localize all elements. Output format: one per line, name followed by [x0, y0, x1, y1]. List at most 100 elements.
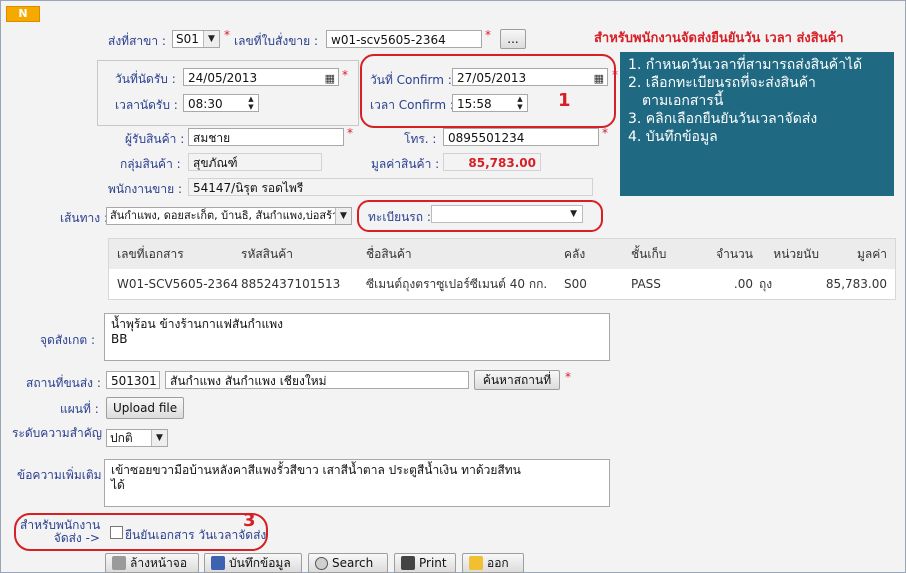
col-header: ชั้นเก็บ — [631, 239, 667, 269]
col-header: จำนวน — [697, 239, 753, 269]
priority-select[interactable]: ปกติ ▼ — [106, 429, 168, 447]
note-textarea[interactable]: น้ำพุร้อน ข้างร้านกาแฟสันกำแพง BB — [104, 313, 610, 361]
exit-button[interactable]: ออก — [462, 553, 524, 573]
required-mark: * — [565, 370, 571, 384]
chevron-down-icon: ▼ — [151, 430, 167, 446]
new-badge: N — [6, 6, 40, 22]
table-cell: 8852437101513 — [241, 277, 341, 291]
annotation-number-1: 1 — [558, 90, 571, 111]
note-line-1: น้ำพุร้อน ข้างร้านกาแฟสันกำแพง — [111, 317, 283, 331]
confirm-delivery-label: ยืนยันเอกสาร วันเวลาจัดส่ง — [125, 528, 267, 542]
route-select[interactable]: สันกำแพง, ดอยสะเก็ต, บ้านธิ, สันกำแพง,บ่… — [106, 207, 352, 225]
delivery-label-line-2: จัดส่ง -> — [53, 531, 100, 545]
print-button[interactable]: Print — [394, 553, 456, 573]
extra-line-2: ได้ — [111, 478, 125, 492]
branch-select[interactable]: S01 ▼ — [172, 30, 220, 48]
spinner-icon[interactable]: ▲ ▼ — [515, 95, 525, 111]
product-group-label: กลุ่มสินค้า : — [120, 157, 181, 171]
instruction-item-2-cont: ตามเอกสารนี้ — [642, 93, 724, 109]
amount-field: 85,783.00 — [443, 153, 541, 171]
upload-file-button[interactable]: Upload file — [106, 397, 184, 419]
order-label: เลขที่ใบสั่งขาย : — [234, 34, 319, 48]
exit-label: ออก — [487, 556, 509, 570]
confirm-date-label: วันที่ Confirm : — [370, 73, 452, 87]
plate-select[interactable]: ▼ — [431, 205, 583, 223]
col-header: มูลค่า — [825, 239, 887, 269]
search-icon — [315, 557, 328, 570]
floppy-disk-icon — [211, 556, 225, 570]
col-header: ชื่อสินค้า — [366, 239, 412, 269]
appointment-date-value: 24/05/2013 — [188, 71, 258, 85]
spinner-icon[interactable]: ▲ ▼ — [246, 95, 256, 111]
phone-input[interactable]: 0895501234 — [443, 128, 599, 146]
col-header: คลัง — [564, 239, 586, 269]
annotation-box-1 — [360, 54, 616, 128]
route-value: สันกำแพง, ดอยสะเก็ต, บ้านธิ, สันกำแพง,บ่… — [110, 209, 351, 222]
appointment-time-value: 08:30 — [188, 97, 223, 111]
amount-label: มูลค่าสินค้า : — [371, 157, 440, 171]
appointment-time-input[interactable]: 08:30 ▲ ▼ — [183, 94, 259, 112]
instruction-item-4: 4. บันทึกข้อมูล — [628, 129, 718, 145]
required-mark: * — [612, 68, 618, 82]
salesperson-label: พนักงานขาย : — [108, 182, 183, 196]
required-mark: * — [342, 68, 348, 82]
table-cell: ถุง — [759, 277, 773, 291]
note-label: จุดสังเกต : — [40, 333, 96, 347]
calendar-icon[interactable]: ▦ — [594, 70, 604, 85]
save-button[interactable]: บันทึกข้อมูล — [204, 553, 302, 573]
branch-label: ส่งที่สาขา : — [108, 34, 166, 48]
phone-label: โทร. : — [404, 132, 437, 146]
instruction-item-2: 2. เลือกทะเบียนรถที่จะส่งสินค้า — [628, 75, 816, 91]
table-cell: S00 — [564, 277, 587, 291]
confirm-date-value: 27/05/2013 — [457, 71, 527, 85]
table-cell: .00 — [733, 277, 753, 291]
note-line-2: BB — [111, 332, 128, 346]
clear-screen-label: ล้างหน้าจอ — [130, 556, 188, 570]
table-cell: W01-SCV5605-2364 — [117, 277, 239, 291]
confirm-time-input[interactable]: 15:58 ▲ ▼ — [452, 94, 528, 112]
chevron-down-icon: ▼ — [335, 208, 351, 224]
confirm-time-label: เวลา Confirm : — [370, 98, 454, 112]
extra-line-1: เข้าซอยขวามือบ้านหลังคาสีแพงรั้วสีขาว เส… — [111, 463, 521, 477]
chevron-down-icon: ▼ — [570, 209, 577, 219]
col-header: เลขที่เอกสาร — [117, 239, 184, 269]
confirm-delivery-checkbox[interactable] — [110, 526, 123, 539]
required-mark: * — [485, 28, 491, 42]
print-label: Print — [419, 556, 447, 570]
order-lookup-button[interactable]: ... — [500, 29, 526, 49]
priority-label: ระดับความสำคัญ : — [12, 426, 110, 440]
order-number-input[interactable]: w01-scv5605-2364 — [326, 30, 482, 48]
save-label: บันทึกข้อมูล — [229, 556, 291, 570]
table-cell: PASS — [631, 277, 661, 291]
plate-label: ทะเบียนรถ : — [368, 210, 431, 224]
clear-screen-button[interactable]: ล้างหน้าจอ — [105, 553, 199, 573]
product-group-field: สุขภัณฑ์ — [188, 153, 322, 171]
receiver-input[interactable]: สมชาย — [188, 128, 344, 146]
priority-value: ปกติ — [110, 431, 133, 445]
salesperson-field: 54147/นิรุต รอดไพรี — [188, 178, 593, 196]
table-cell: 85,783.00 — [825, 277, 887, 291]
location-name-input[interactable]: สันกำแพง สันกำแพง เชียงใหม่ — [165, 371, 469, 389]
route-label: เส้นทาง : — [60, 211, 108, 225]
col-header: หน่วยนับ — [759, 239, 819, 269]
confirm-date-input[interactable]: 27/05/2013 ▦ — [452, 68, 608, 86]
location-code-input[interactable]: 501301 — [106, 371, 160, 389]
delivery-staff-label: สำหรับพนักงาน จัดส่ง -> — [20, 519, 100, 545]
receiver-label: ผู้รับสินค้า : — [125, 132, 185, 146]
exit-folder-icon — [469, 556, 483, 570]
extra-message-textarea[interactable]: เข้าซอยขวามือบ้านหลังคาสีแพงรั้วสีขาว เส… — [104, 459, 610, 507]
driver-note-heading: สำหรับพนักงานจัดส่งยืนยันวัน เวลา ส่งสิน… — [594, 31, 844, 46]
calendar-icon[interactable]: ▦ — [325, 70, 335, 85]
search-location-button[interactable]: ค้นหาสถานที่ — [474, 370, 560, 390]
search-button[interactable]: Search — [308, 553, 388, 573]
confirm-time-value: 15:58 — [457, 97, 492, 111]
appointment-date-label: วันที่นัดรับ : — [115, 72, 176, 86]
col-header: รหัสสินค้า — [241, 239, 293, 269]
appointment-date-input[interactable]: 24/05/2013 ▦ — [183, 68, 339, 86]
required-mark: * — [347, 126, 353, 140]
required-mark: * — [224, 28, 230, 42]
table-cell: ซีเมนต์ถุงตราซูเปอร์ซีเมนต์ 40 กก. — [366, 277, 548, 291]
extra-message-label: ข้อความเพิ่มเติม : — [17, 468, 110, 482]
items-table: เลขที่เอกสาร รหัสสินค้า ชื่อสินค้า คลัง … — [108, 238, 896, 300]
branch-value: S01 — [176, 32, 199, 46]
